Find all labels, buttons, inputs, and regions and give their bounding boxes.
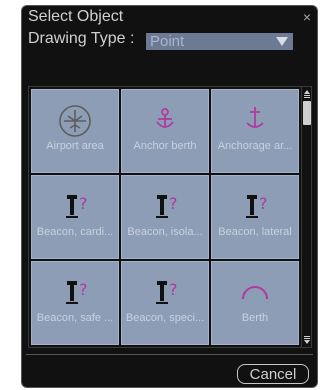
divider [26,354,313,355]
svg-text:?: ? [259,194,268,213]
drawing-type-label: Drawing Type : [28,30,135,47]
svg-text:?: ? [169,280,178,299]
anchor-berth-icon [122,98,208,144]
object-cell-beacon-cardinal[interactable]: ? Beacon, cardi... [31,175,119,259]
scrollbar-thumb[interactable] [303,101,311,125]
beacon-icon: ? [212,184,298,230]
svg-text:?: ? [169,194,178,213]
object-cell-label: Beacon, isola... [127,226,203,238]
drawing-type-select[interactable]: Point [146,33,293,50]
scroll-down-icon[interactable] [303,335,311,345]
object-cell-airport-area[interactable]: Airport area [31,89,119,173]
object-cell-beacon-special[interactable]: ? Beacon, speci... [121,261,209,345]
object-cell-beacon-safe-water[interactable]: ? Beacon, safe ... [31,261,119,345]
object-grid-frame: Airport area Anchor berth Anchorage ar..… [28,86,312,348]
svg-text:?: ? [79,280,88,299]
object-cell-beacon-lateral[interactable]: ? Beacon, lateral [211,175,299,259]
berth-icon [212,270,298,316]
object-cell-label: Beacon, speci... [125,312,205,324]
object-cell-anchorage-area[interactable]: Anchorage ar... [211,89,299,173]
scroll-up-icon[interactable] [303,89,311,99]
beacon-icon: ? [32,184,118,230]
chevron-down-icon [276,37,288,46]
beacon-icon: ? [122,270,208,316]
object-cell-label: Berth [241,312,269,324]
close-icon[interactable]: × [303,9,311,25]
anchorage-icon [212,98,298,144]
object-cell-label: Airport area [46,140,104,152]
object-cell-label: Anchorage ar... [217,140,293,152]
drawing-type-value: Point [150,33,185,50]
object-cell-label: Beacon, safe ... [36,312,114,324]
object-cell-berth[interactable]: Berth [211,261,299,345]
cancel-button[interactable]: Cancel [237,364,309,384]
dialog-title: Select Object [28,8,124,25]
beacon-icon: ? [32,270,118,316]
object-cell-anchor-berth[interactable]: Anchor berth [121,89,209,173]
object-cell-label: Anchor berth [133,140,197,152]
airport-icon [32,98,118,144]
object-grid: Airport area Anchor berth Anchorage ar..… [31,89,299,345]
svg-text:?: ? [79,194,88,213]
beacon-icon: ? [122,184,208,230]
vertical-scrollbar[interactable] [301,87,311,347]
object-cell-label: Beacon, lateral [218,226,292,238]
object-cell-beacon-isolated[interactable]: ? Beacon, isola... [121,175,209,259]
select-object-dialog: Select Object × Drawing Type : Point Air… [21,5,318,388]
object-cell-label: Beacon, cardi... [36,226,114,238]
